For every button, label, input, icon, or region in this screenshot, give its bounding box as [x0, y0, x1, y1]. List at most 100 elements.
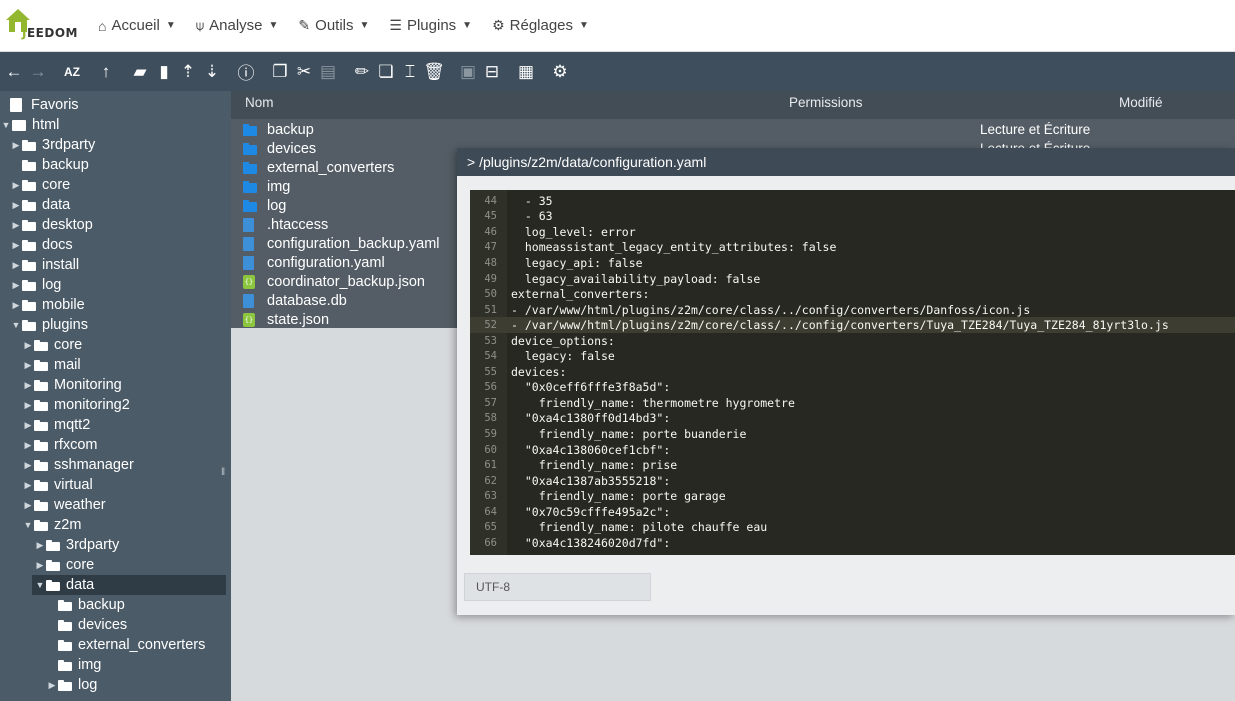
paste-icon[interactable]: ▤	[316, 58, 340, 86]
code-line[interactable]: 54 legacy: false	[470, 349, 1235, 365]
chevron-down-icon: ▼	[579, 20, 589, 31]
file-row[interactable]: img	[243, 177, 290, 196]
extract-icon[interactable]: ⊟	[480, 58, 504, 86]
code-line[interactable]: 46 log_level: error	[470, 224, 1235, 240]
tree-backup[interactable]: backup	[10, 155, 89, 175]
column-name[interactable]: Nom	[245, 95, 274, 110]
delete-icon[interactable]: 🗑	[422, 58, 446, 86]
forward-icon[interactable]: →	[26, 58, 50, 86]
code-line[interactable]: 58 "0xa4c1380ff0d14bd3":	[470, 411, 1235, 427]
view-grid-icon[interactable]: ▦	[514, 58, 538, 86]
dialog-title[interactable]: > /plugins/z2m/data/configuration.yaml	[457, 148, 1235, 176]
code-line[interactable]: 48 legacy_api: false	[470, 255, 1235, 271]
file-row[interactable]: external_converters	[243, 158, 394, 177]
tree-data-backup[interactable]: backup	[46, 595, 125, 615]
file-row[interactable]: backup	[243, 120, 314, 139]
tree-virtual[interactable]: ▶ virtual	[22, 475, 93, 495]
code-line[interactable]: 44 - 35	[470, 193, 1235, 209]
code-line[interactable]: 52 - /var/www/html/plugins/z2m/core/class…	[470, 317, 1235, 333]
tree-log[interactable]: ▶ log	[10, 275, 62, 295]
code-editor[interactable]: 44 - 35 45 - 63 46 log_level: error 47 home…	[470, 190, 1235, 555]
file-row[interactable]: configuration_backup.yaml	[243, 234, 440, 253]
line-number: 46	[484, 225, 497, 238]
cut-icon[interactable]: ✂	[292, 58, 316, 86]
tree-core[interactable]: ▶ core	[10, 175, 71, 195]
tree-monitoring2[interactable]: ▶ monitoring2	[22, 395, 130, 415]
tree-install[interactable]: ▶ install	[10, 255, 80, 275]
new-folder-icon[interactable]: ▰	[128, 58, 152, 86]
nav-accueil[interactable]: ⌂ Accueil ▼	[88, 0, 186, 52]
duplicate-icon[interactable]: ❏	[374, 58, 398, 86]
archive-icon[interactable]: ▣	[456, 58, 480, 86]
sidebar-resize-handle[interactable]: ‖	[221, 467, 225, 478]
code-line[interactable]: 65 friendly_name: pilote chauffe eau	[470, 520, 1235, 536]
tree-rfxcom[interactable]: ▶ rfxcom	[22, 435, 98, 455]
code-line[interactable]: 64 "0x70c59cfffe495a2c":	[470, 504, 1235, 520]
info-icon[interactable]: ⓘ	[234, 58, 258, 86]
code-line[interactable]: 55 devices:	[470, 364, 1235, 380]
file-row[interactable]: .htaccess	[243, 215, 328, 234]
tree-desktop[interactable]: ▶ desktop	[10, 215, 93, 235]
tree-weather[interactable]: ▶ weather	[22, 495, 106, 515]
nav-plugins[interactable]: ☰ Plugins ▼	[379, 0, 482, 52]
code-line[interactable]: 59 friendly_name: porte buanderie	[470, 426, 1235, 442]
code-line[interactable]: 63 friendly_name: porte garage	[470, 488, 1235, 504]
tree-monitoring[interactable]: ▶ Monitoring	[22, 375, 122, 395]
code-line[interactable]: 57 friendly_name: thermometre hygrometre	[470, 395, 1235, 411]
copy-icon[interactable]: ❐	[268, 58, 292, 86]
column-modified[interactable]: Modifié	[1119, 95, 1163, 110]
tree-plugins[interactable]: ▼ plugins	[10, 315, 88, 335]
code-line[interactable]: 61 friendly_name: prise	[470, 457, 1235, 473]
code-text: "0xa4c1387ab3555218":	[511, 473, 671, 488]
back-icon[interactable]: ←	[2, 58, 26, 86]
edit-icon[interactable]: ✏	[350, 58, 374, 86]
code-line[interactable]: 50 external_converters:	[470, 286, 1235, 302]
code-line[interactable]: 60 "0xa4c138060cef1cbf":	[470, 442, 1235, 458]
file-row[interactable]: configuration.yaml	[243, 253, 385, 272]
file-row[interactable]: database.db	[243, 291, 347, 310]
sort-az-icon[interactable]: AZ	[60, 58, 84, 86]
tree-3rdparty[interactable]: ▶ 3rdparty	[10, 135, 96, 155]
rename-icon[interactable]: ⌶	[398, 58, 422, 86]
tree-data[interactable]: ▶ data	[10, 195, 71, 215]
download-icon[interactable]: ⇣	[200, 58, 224, 86]
code-line[interactable]: 45 - 63	[470, 209, 1235, 225]
code-line[interactable]: 47 homeassistant_legacy_entity_attribute…	[470, 240, 1235, 256]
file-row[interactable]: {} coordinator_backup.json	[243, 272, 425, 291]
code-line[interactable]: 66 "0xa4c138246020d7fd":	[470, 535, 1235, 551]
tree-data-log[interactable]: ▶ log	[46, 675, 98, 695]
upload-icon[interactable]: ⇡	[176, 58, 200, 86]
tree-plugins-core[interactable]: ▶ core	[22, 335, 83, 355]
settings-icon[interactable]: ⚙	[548, 58, 572, 86]
tree-z2m[interactable]: ▼ z2m	[22, 515, 82, 535]
tree-favorites[interactable]: Favoris	[10, 95, 79, 115]
code-line[interactable]: 53 device_options:	[470, 333, 1235, 349]
new-file-icon[interactable]: ▮	[152, 58, 176, 86]
encoding-select[interactable]: UTF-8	[464, 573, 651, 601]
tree-mobile[interactable]: ▶ mobile	[10, 295, 85, 315]
file-row[interactable]: {} state.json	[243, 310, 329, 329]
code-line[interactable]: 62 "0xa4c1387ab3555218":	[470, 473, 1235, 489]
tree-docs[interactable]: ▶ docs	[10, 235, 73, 255]
nav-outils[interactable]: ✎ Outils ▼	[288, 0, 379, 52]
tree-z2m-3rdparty[interactable]: ▶ 3rdparty	[34, 535, 120, 555]
tree-data-img[interactable]: img	[46, 655, 101, 675]
file-row[interactable]: log	[243, 196, 286, 215]
code-line[interactable]: 51 - /var/www/html/plugins/z2m/core/class…	[470, 302, 1235, 318]
jeedom-logo[interactable]: JEEDOM	[0, 0, 88, 52]
file-row[interactable]: devices	[243, 139, 316, 158]
tree-z2m-core[interactable]: ▶ core	[34, 555, 95, 575]
code-line[interactable]: 49 legacy_availability_payload: false	[470, 271, 1235, 287]
tree-html[interactable]: ▼ html	[0, 115, 60, 135]
nav-reglages[interactable]: ⚙ Réglages ▼	[482, 0, 599, 52]
tree-mqtt2[interactable]: ▶ mqtt2	[22, 415, 91, 435]
nav-analyse[interactable]: ⍦ Analyse ▼	[186, 0, 289, 52]
tree-data-external-converters[interactable]: external_converters	[46, 635, 205, 655]
tree-data-devices[interactable]: devices	[46, 615, 127, 635]
tree-mail[interactable]: ▶ mail	[22, 355, 81, 375]
tree-sshmanager[interactable]: ▶ sshmanager	[22, 455, 134, 475]
code-line[interactable]: 56 "0x0ceff6fffe3f8a5d":	[470, 380, 1235, 396]
up-icon[interactable]: ↑	[94, 58, 118, 86]
column-permissions[interactable]: Permissions	[789, 95, 863, 110]
tree-z2m-data[interactable]: ▼ data	[32, 575, 226, 595]
